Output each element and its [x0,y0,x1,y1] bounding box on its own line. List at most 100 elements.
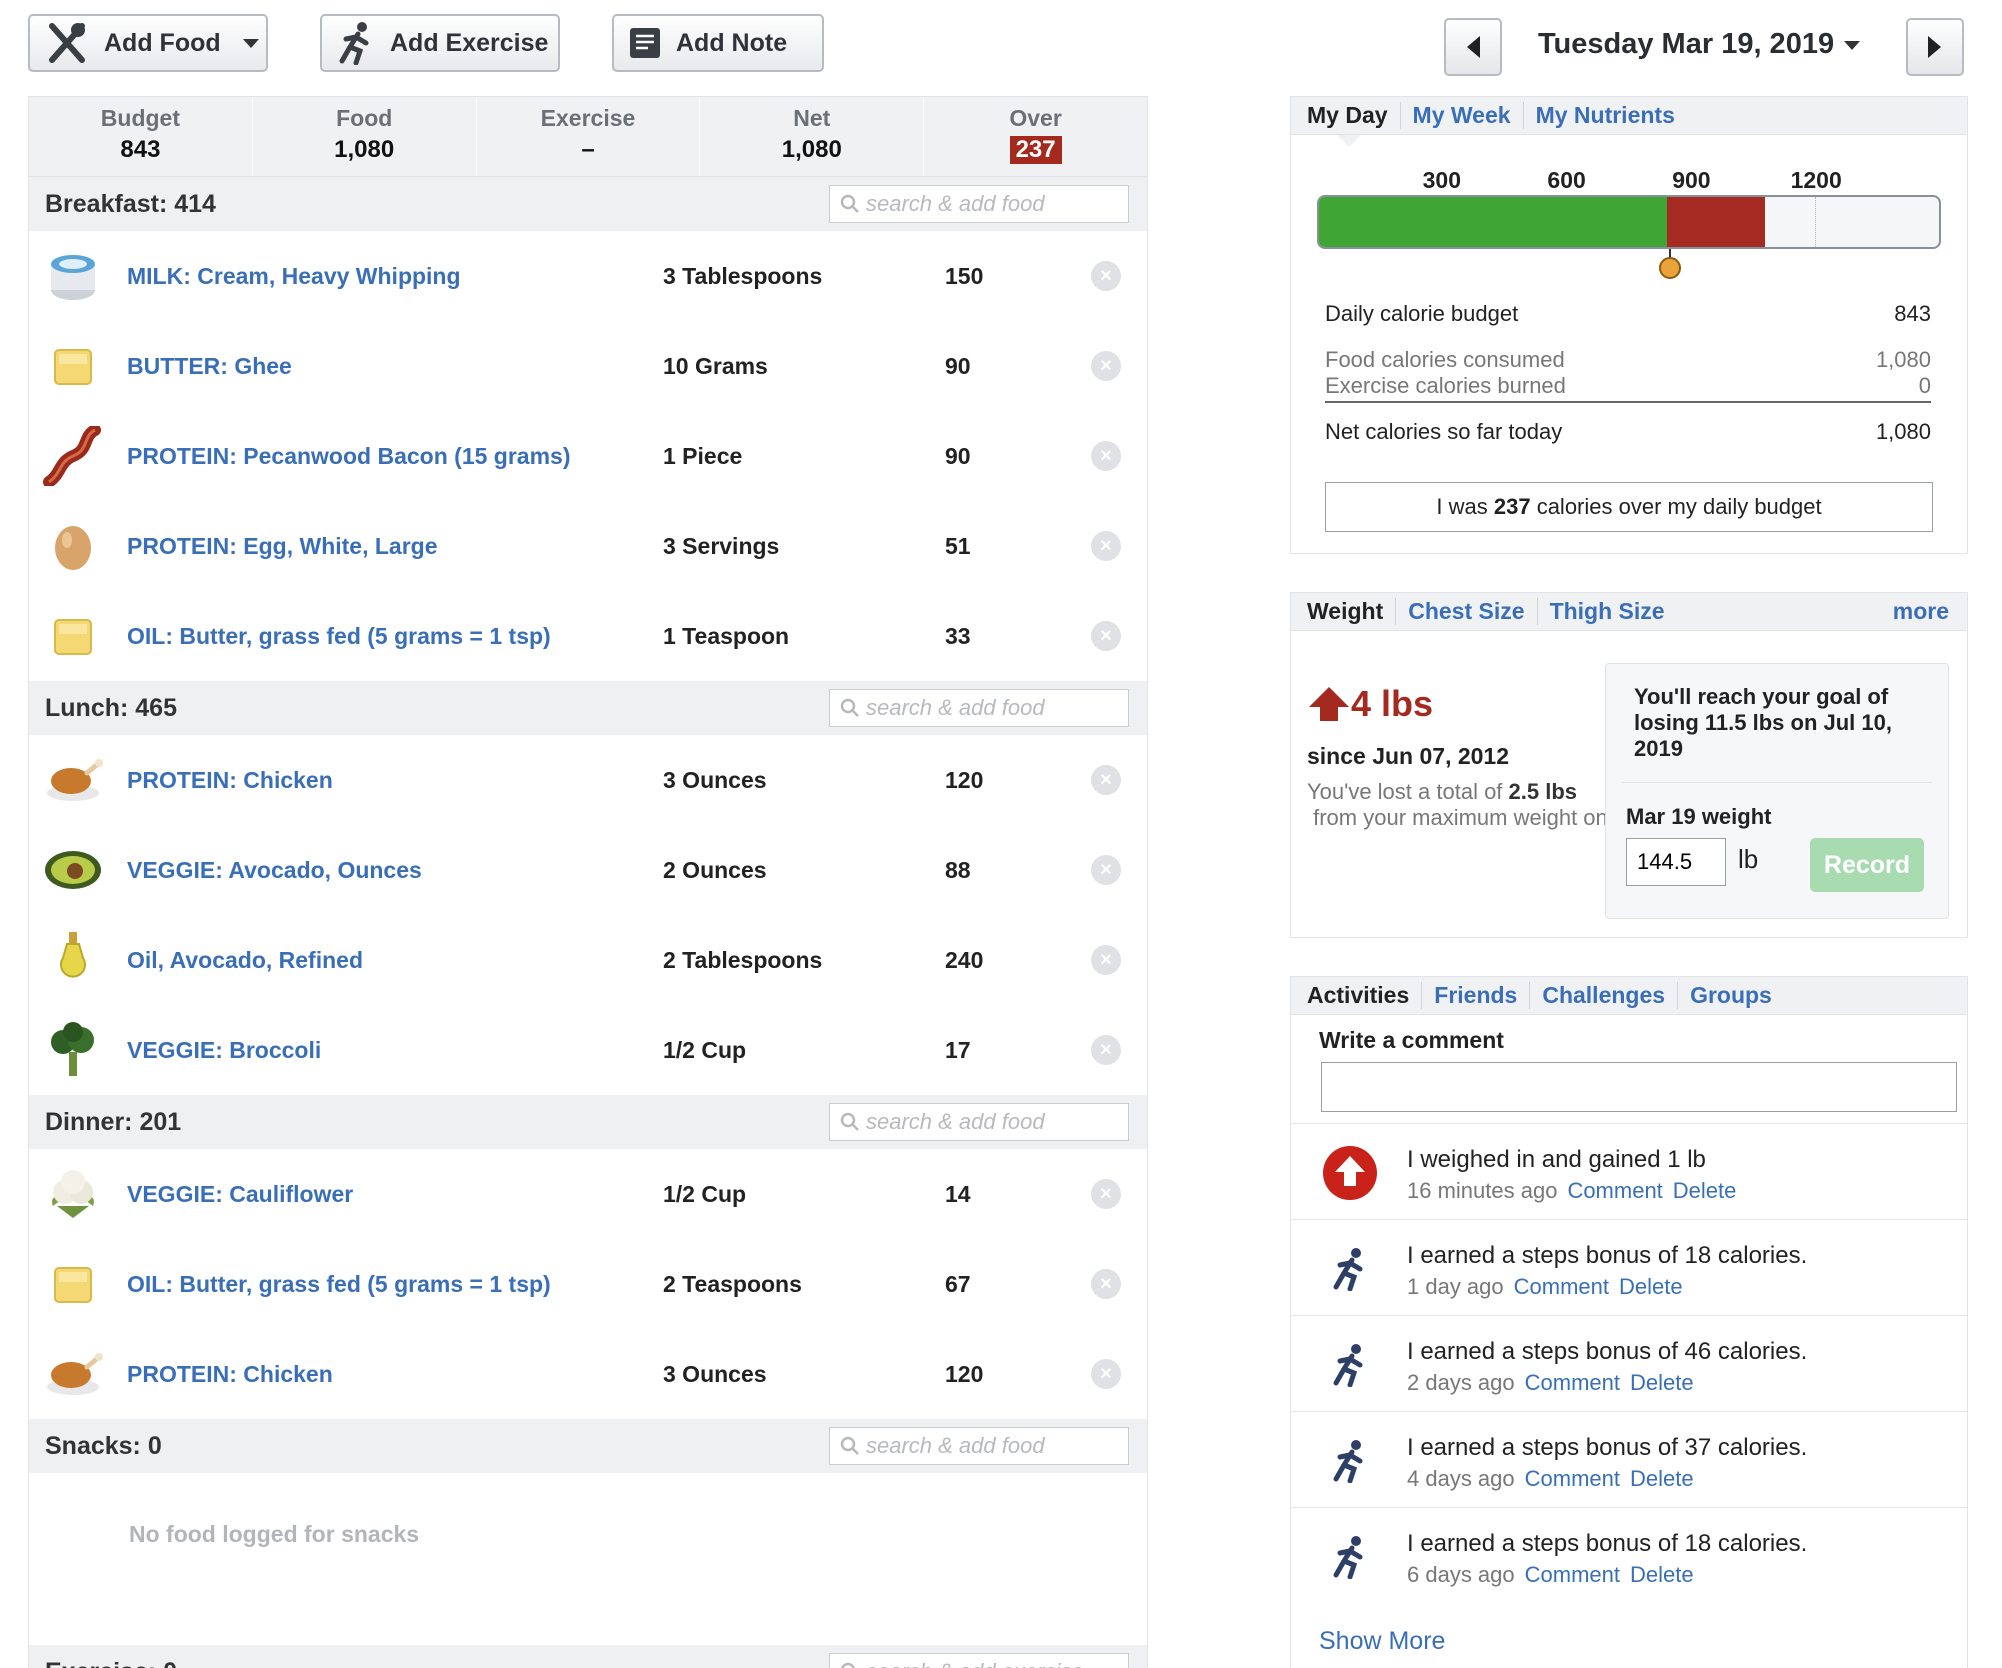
comment-link[interactable]: Comment [1525,1466,1620,1491]
food-name-link[interactable]: PROTEIN: Egg, White, Large [127,533,438,560]
food-name-link[interactable]: VEGGIE: Broccoli [127,1037,321,1064]
goal-divider [1622,782,1932,783]
tab-my-day[interactable]: My Day [1307,102,1400,129]
row-label: Food calories consumed [1325,347,1565,372]
chevron-right-icon [1928,36,1941,58]
butter-icon [43,1254,103,1314]
food-name-link[interactable]: PROTEIN: Pecanwood Bacon (15 grams) [127,443,570,470]
dinner-search-input[interactable]: search & add food [829,1103,1129,1141]
tab-challenges[interactable]: Challenges [1529,982,1677,1009]
food-row: VEGGIE: Avocado, Ounces 2 Ounces 88 × [29,825,1147,915]
tab-activities[interactable]: Activities [1307,982,1421,1009]
delete-link[interactable]: Delete [1673,1178,1737,1203]
food-row: BUTTER: Ghee 10 Grams 90 × [29,321,1147,411]
food-name-link[interactable]: VEGGIE: Cauliflower [127,1181,353,1208]
activity-text: I earned a steps bonus of 18 calories. [1407,1242,1808,1269]
activity-item: I earned a steps bonus of 18 calories. 1 … [1291,1219,1967,1315]
delete-link[interactable]: Delete [1619,1274,1683,1299]
remove-food-icon[interactable]: × [1091,351,1121,381]
food-name-link[interactable]: PROTEIN: Chicken [127,767,333,794]
activity-text: I earned a steps bonus of 18 calories. [1407,1530,1808,1557]
activity-item: I earned a steps bonus of 37 calories. 4 … [1291,1411,1967,1507]
avocado-icon [43,840,103,900]
tab-my-nutrients[interactable]: My Nutrients [1522,102,1687,129]
msg-suffix: calories over my daily budget [1530,494,1822,519]
food-name-link[interactable]: MILK: Cream, Heavy Whipping [127,263,461,290]
exercise-burned-row: Exercise calories burned 0 [1325,373,1931,403]
next-day-button[interactable] [1906,18,1964,76]
comment-link[interactable]: Comment [1514,1274,1609,1299]
comment-link[interactable]: Comment [1567,1178,1662,1203]
delete-link[interactable]: Delete [1630,1562,1694,1587]
remove-food-icon[interactable]: × [1091,945,1121,975]
tab-chest-size[interactable]: Chest Size [1395,598,1536,625]
remove-food-icon[interactable]: × [1091,855,1121,885]
weight-since: since Jun 07, 2012 [1307,743,1510,769]
food-quantity: 2 Teaspoons [663,1270,802,1297]
food-calories: 90 [945,442,971,469]
weight-lost-text: You've lost a total of 2.5 lbs from your… [1307,779,1741,831]
weight-input[interactable] [1626,838,1726,886]
remove-food-icon[interactable]: × [1091,621,1121,651]
add-note-button[interactable]: Add Note [612,14,824,72]
food-calories: 90 [945,352,971,379]
add-food-button[interactable]: Add Food [28,14,268,72]
record-button[interactable]: Record [1810,838,1924,892]
comment-link[interactable]: Comment [1525,1370,1620,1395]
oil-bottle-icon [43,930,103,990]
tab-thigh-size[interactable]: Thigh Size [1536,598,1677,625]
summary-budget: Budget 843 [29,97,253,176]
food-row: PROTEIN: Egg, White, Large 3 Servings 51 × [29,501,1147,591]
breakfast-search-input[interactable]: search & add food [829,185,1129,223]
date-selector[interactable]: Tuesday Mar 19, 2019 [1538,28,1861,61]
remove-food-icon[interactable]: × [1091,1035,1121,1065]
add-food-label: Add Food [104,28,221,57]
lunch-search-input[interactable]: search & add food [829,689,1129,727]
food-name-link[interactable]: VEGGIE: Avocado, Ounces [127,857,422,884]
show-more-link[interactable]: Show More [1319,1627,1445,1656]
tab-my-week[interactable]: My Week [1399,102,1523,129]
egg-icon [43,516,103,576]
weight-change-value: 4 lbs [1351,683,1434,724]
food-name-link[interactable]: BUTTER: Ghee [127,353,292,380]
food-name-link[interactable]: OIL: Butter, grass fed (5 grams = 1 tsp) [127,623,551,650]
daily-budget-row: Daily calorie budget 843 [1325,301,1931,327]
activity-tabs: Activities Friends Challenges Groups [1291,977,1967,1015]
remove-food-icon[interactable]: × [1091,531,1121,561]
comment-input[interactable] [1321,1062,1957,1112]
delete-link[interactable]: Delete [1630,1466,1694,1491]
food-quantity: 3 Ounces [663,766,767,793]
scale-tick-label: 600 [1547,167,1586,193]
remove-food-icon[interactable]: × [1091,1179,1121,1209]
activity-item: I earned a steps bonus of 18 calories. 6 … [1291,1507,1967,1603]
remove-food-icon[interactable]: × [1091,1359,1121,1389]
food-name-link[interactable]: Oil, Avocado, Refined [127,947,363,974]
remove-food-icon[interactable]: × [1091,1269,1121,1299]
remove-food-icon[interactable]: × [1091,441,1121,471]
remove-food-icon[interactable]: × [1091,765,1121,795]
snacks-search-input[interactable]: search & add food [829,1427,1129,1465]
tab-weight[interactable]: Weight [1307,598,1395,625]
tab-friends[interactable]: Friends [1421,982,1529,1009]
bar-divider [1815,197,1816,247]
food-quantity: 10 Grams [663,352,768,379]
more-link[interactable]: more [1893,598,1949,625]
search-icon [840,194,859,213]
delete-link[interactable]: Delete [1630,1370,1694,1395]
note-icon [630,28,660,58]
food-name-link[interactable]: PROTEIN: Chicken [127,1361,333,1388]
comment-link[interactable]: Comment [1525,1562,1620,1587]
tab-groups[interactable]: Groups [1677,982,1784,1009]
summary-label: Over [1009,105,1062,131]
exercise-search-input[interactable]: search & add exercise [829,1653,1129,1668]
today-weight-label: Mar 19 weight [1626,804,1772,829]
remove-food-icon[interactable]: × [1091,261,1121,291]
search-icon [840,698,859,717]
food-name-link[interactable]: OIL: Butter, grass fed (5 grams = 1 tsp) [127,1271,551,1298]
add-exercise-button[interactable]: Add Exercise [320,14,560,72]
previous-day-button[interactable] [1444,18,1502,76]
exercise-title: Exercise: 0 [45,1658,177,1668]
food-row: PROTEIN: Chicken 3 Ounces 120 × [29,735,1147,825]
food-calories: 51 [945,532,971,559]
lost-prefix: You've lost a total of [1307,779,1509,804]
